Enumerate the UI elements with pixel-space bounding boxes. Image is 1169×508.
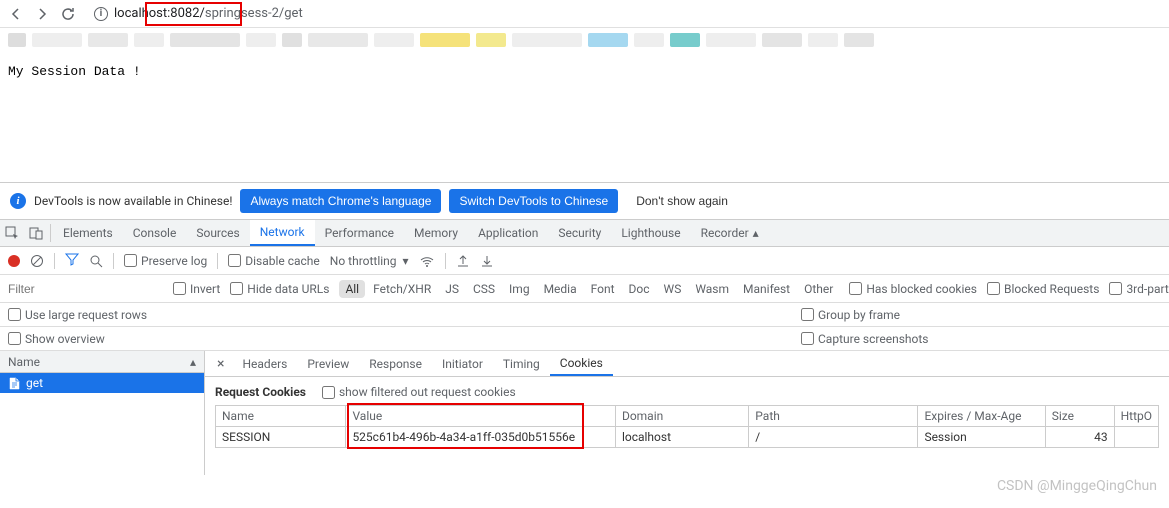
invert-checkbox[interactable]: Invert xyxy=(173,282,220,296)
detail-tab-cookies[interactable]: Cookies xyxy=(550,351,613,376)
page-body: My Session Data ! xyxy=(0,52,1169,182)
filter-type-font[interactable]: Font xyxy=(585,280,621,298)
blocked-requests-checkbox[interactable]: Blocked Requests xyxy=(987,282,1099,296)
filter-type-js[interactable]: JS xyxy=(439,280,465,298)
tab-lighthouse[interactable]: Lighthouse xyxy=(611,220,690,246)
notice-text: DevTools is now available in Chinese! xyxy=(34,194,232,208)
filter-icon[interactable] xyxy=(65,252,79,269)
search-icon[interactable] xyxy=(89,254,103,268)
tab-network[interactable]: Network xyxy=(250,220,315,246)
site-info-icon[interactable]: i xyxy=(94,7,108,21)
detail-tab-headers[interactable]: Headers xyxy=(232,351,297,376)
show-filtered-checkbox[interactable]: show filtered out request cookies xyxy=(322,385,516,399)
address-bar[interactable]: i localhost:8082/springsess-2/get xyxy=(86,3,1161,25)
filter-type-media[interactable]: Media xyxy=(538,280,583,298)
request-item[interactable]: get xyxy=(0,373,204,393)
group-frame-checkbox[interactable]: Group by frame xyxy=(801,308,900,322)
tab-sources[interactable]: Sources xyxy=(186,220,249,246)
reload-icon[interactable] xyxy=(60,6,76,22)
filter-row: Invert Hide data URLs AllFetch/XHRJSCSSI… xyxy=(0,275,1169,303)
match-language-button[interactable]: Always match Chrome's language xyxy=(240,189,441,213)
close-detail-button[interactable]: × xyxy=(211,356,230,372)
filter-type-css[interactable]: CSS xyxy=(467,280,501,298)
detail-tabs: × HeadersPreviewResponseInitiatorTimingC… xyxy=(205,351,1169,377)
device-toggle-icon[interactable] xyxy=(24,220,48,246)
col-domain[interactable]: Domain xyxy=(615,406,748,427)
third-party-checkbox[interactable]: 3rd-party reques xyxy=(1109,282,1169,296)
hide-data-urls-checkbox[interactable]: Hide data URLs xyxy=(230,282,329,296)
tab-elements[interactable]: Elements xyxy=(53,220,123,246)
request-cookies-heading: Request Cookies xyxy=(215,385,306,399)
capture-screenshots-checkbox[interactable]: Capture screenshots xyxy=(801,332,928,346)
tab-application[interactable]: Application xyxy=(468,220,548,246)
inspect-icon[interactable] xyxy=(0,220,24,246)
forward-icon[interactable] xyxy=(34,6,50,22)
request-list-header[interactable]: Name ▴ xyxy=(0,351,204,373)
devtools-notice: i DevTools is now available in Chinese! … xyxy=(0,182,1169,219)
tab-memory[interactable]: Memory xyxy=(404,220,468,246)
url-port: :8082/ xyxy=(167,6,205,21)
info-icon: i xyxy=(10,193,26,209)
show-overview-checkbox[interactable]: Show overview xyxy=(8,332,105,346)
col-value[interactable]: Value xyxy=(346,406,616,427)
filter-type-fetchxhr[interactable]: Fetch/XHR xyxy=(367,280,437,298)
filter-type-ws[interactable]: WS xyxy=(658,280,688,298)
filter-type-all[interactable]: All xyxy=(339,280,365,298)
sort-indicator-icon: ▴ xyxy=(190,355,196,369)
tab-recorder[interactable]: Recorder xyxy=(691,220,759,246)
watermark: CSDN @MinggeQingChun xyxy=(997,478,1157,494)
filter-type-other[interactable]: Other xyxy=(798,280,839,298)
record-button[interactable] xyxy=(8,255,20,267)
devtools-tabs: ElementsConsoleSourcesNetworkPerformance… xyxy=(0,219,1169,247)
switch-chinese-button[interactable]: Switch DevTools to Chinese xyxy=(449,189,618,213)
filter-type-manifest[interactable]: Manifest xyxy=(737,280,796,298)
detail-tab-response[interactable]: Response xyxy=(359,351,432,376)
col-expiresmaxage[interactable]: Expires / Max-Age xyxy=(918,406,1045,427)
has-blocked-cookies-checkbox[interactable]: Has blocked cookies xyxy=(849,282,977,296)
throttling-select[interactable]: No throttling ▾ xyxy=(330,254,409,268)
tab-security[interactable]: Security xyxy=(548,220,611,246)
download-icon[interactable] xyxy=(480,254,494,268)
url-path: springsess-2/get xyxy=(205,6,303,21)
cookies-table: NameValueDomainPathExpires / Max-AgeSize… xyxy=(215,405,1159,448)
detail-tab-timing[interactable]: Timing xyxy=(493,351,550,376)
bookmark-bar xyxy=(0,28,1169,52)
document-icon xyxy=(8,376,20,390)
request-list: Name ▴ get xyxy=(0,351,205,475)
dismiss-button[interactable]: Don't show again xyxy=(626,189,738,213)
filter-type-doc[interactable]: Doc xyxy=(623,280,656,298)
filter-input[interactable] xyxy=(8,282,163,296)
wifi-icon[interactable] xyxy=(419,254,435,268)
filter-type-wasm[interactable]: Wasm xyxy=(689,280,735,298)
detail-tab-preview[interactable]: Preview xyxy=(297,351,359,376)
clear-icon[interactable] xyxy=(30,254,44,268)
large-rows-checkbox[interactable]: Use large request rows xyxy=(8,308,147,322)
recorder-beta-icon: ▴ xyxy=(753,226,759,240)
cookie-row[interactable]: SESSION525c61b4-496b-4a34-a1ff-035d0b515… xyxy=(216,427,1159,448)
preserve-log-checkbox[interactable]: Preserve log xyxy=(124,254,207,268)
col-httpo[interactable]: HttpO xyxy=(1114,406,1158,427)
back-icon[interactable] xyxy=(8,6,24,22)
detail-tab-initiator[interactable]: Initiator xyxy=(432,351,493,376)
tab-performance[interactable]: Performance xyxy=(315,220,404,246)
col-path[interactable]: Path xyxy=(749,406,918,427)
col-size[interactable]: Size xyxy=(1045,406,1114,427)
filter-type-img[interactable]: Img xyxy=(503,280,536,298)
disable-cache-checkbox[interactable]: Disable cache xyxy=(228,254,320,268)
col-name[interactable]: Name xyxy=(216,406,346,427)
upload-icon[interactable] xyxy=(456,254,470,268)
network-toolbar: Preserve log Disable cache No throttling… xyxy=(0,247,1169,275)
url-host: localhost xyxy=(114,6,167,21)
tab-console[interactable]: Console xyxy=(123,220,187,246)
